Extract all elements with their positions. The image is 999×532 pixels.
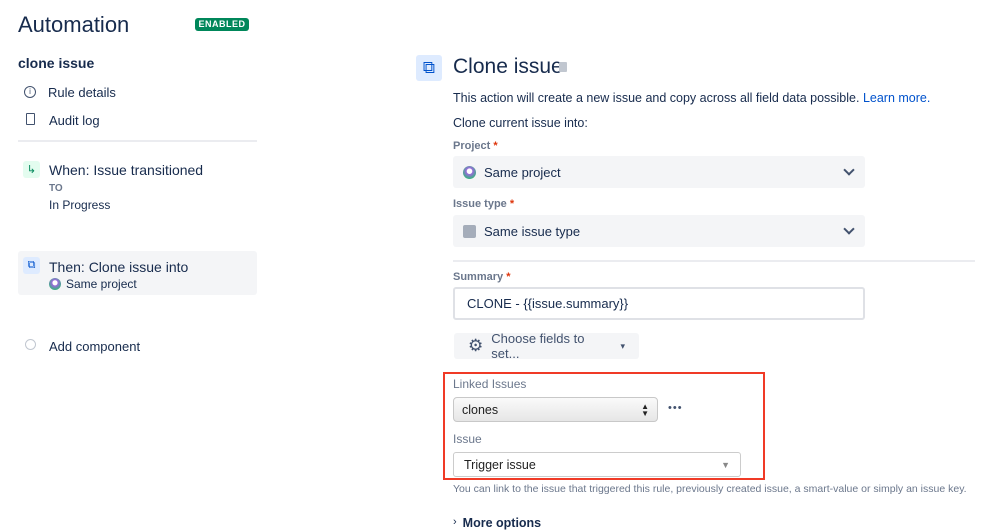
gear-icon: ⚙ <box>468 336 484 355</box>
required-marker: * <box>509 198 515 210</box>
required-marker: * <box>506 271 511 283</box>
issue-type-label: Issue type <box>453 198 507 210</box>
sidebar-item-audit-log[interactable]: Audit log <box>24 110 100 130</box>
trigger-sub-label: TO <box>49 183 63 194</box>
trigger-sub-value: In Progress <box>49 198 111 212</box>
sidebar-item-rule-details[interactable]: i Rule details <box>24 82 116 102</box>
trash-icon[interactable] <box>559 62 567 72</box>
trigger-step[interactable]: ↳ When: Issue transitioned TO In Progres… <box>18 158 257 218</box>
circle-icon <box>24 339 37 353</box>
add-component-button[interactable]: Add component <box>24 336 140 356</box>
copy-icon: ⧉ <box>23 257 40 274</box>
issue-label: Issue <box>453 432 482 446</box>
learn-more-link[interactable]: Learn more. <box>863 91 930 105</box>
issue-type-select[interactable]: Same issue type <box>453 215 865 247</box>
project-value: Same project <box>484 164 561 180</box>
chevron-right-icon: › <box>453 516 457 528</box>
action-project: Same project <box>66 277 137 291</box>
choose-fields-label: Choose fields to set... <box>491 331 585 361</box>
action-title: Then: Clone issue into <box>49 259 189 275</box>
updown-icon: ▲ ▼ <box>641 401 649 418</box>
add-component-label: Add component <box>49 338 141 354</box>
summary-input[interactable]: CLONE - {{issue.summary}} <box>453 287 865 320</box>
divider <box>453 260 975 262</box>
page-title: Automation <box>18 12 130 37</box>
linked-issues-select[interactable]: clones ▲ ▼ <box>453 397 658 422</box>
more-options-toggle[interactable]: › More options <box>453 516 541 530</box>
action-title: Clone issue <box>453 55 563 78</box>
transition-icon: ↳ <box>23 161 40 178</box>
linked-issues-value: clones <box>462 402 499 417</box>
more-icon[interactable]: ••• <box>668 402 683 414</box>
document-icon <box>24 112 37 128</box>
help-text: You can link to the issue that triggered… <box>453 483 967 495</box>
rule-name: clone issue <box>18 55 95 71</box>
chevron-down-icon <box>843 164 855 176</box>
required-marker: * <box>493 140 498 152</box>
project-label: Project <box>453 140 491 152</box>
caret-down-icon: ▼ <box>721 459 730 470</box>
chevron-down-icon <box>843 223 855 235</box>
sidebar-item-label: Audit log <box>49 112 100 128</box>
info-icon: i <box>24 86 36 98</box>
trigger-title: When: Issue transitioned <box>49 162 204 178</box>
more-options-label: More options <box>462 516 542 530</box>
project-avatar <box>49 278 61 290</box>
issue-type-icon <box>463 224 476 238</box>
linked-issues-label: Linked Issues <box>453 377 527 391</box>
project-select[interactable]: Same project <box>453 156 865 188</box>
description: This action will create a new issue and … <box>453 91 860 105</box>
issue-select[interactable]: Trigger issue ▼ <box>453 452 741 477</box>
choose-fields-button[interactable]: ⚙ Choose fields to set... ▾ <box>454 331 639 361</box>
chevron-down-icon: ▾ <box>620 340 625 351</box>
status-badge: ENABLED <box>195 18 249 31</box>
issue-type-value: Same issue type <box>484 223 581 239</box>
action-step[interactable]: ⧉ Then: Clone issue into Same project <box>18 251 257 295</box>
divider <box>18 140 257 142</box>
project-avatar <box>463 165 476 179</box>
issue-value: Trigger issue <box>464 457 536 472</box>
summary-value: CLONE - {{issue.summary}} <box>467 296 629 311</box>
copy-icon: ⧉ <box>416 55 442 81</box>
sidebar-item-label: Rule details <box>48 84 116 100</box>
clone-into-label: Clone current issue into: <box>453 116 588 130</box>
summary-label: Summary <box>453 271 504 283</box>
